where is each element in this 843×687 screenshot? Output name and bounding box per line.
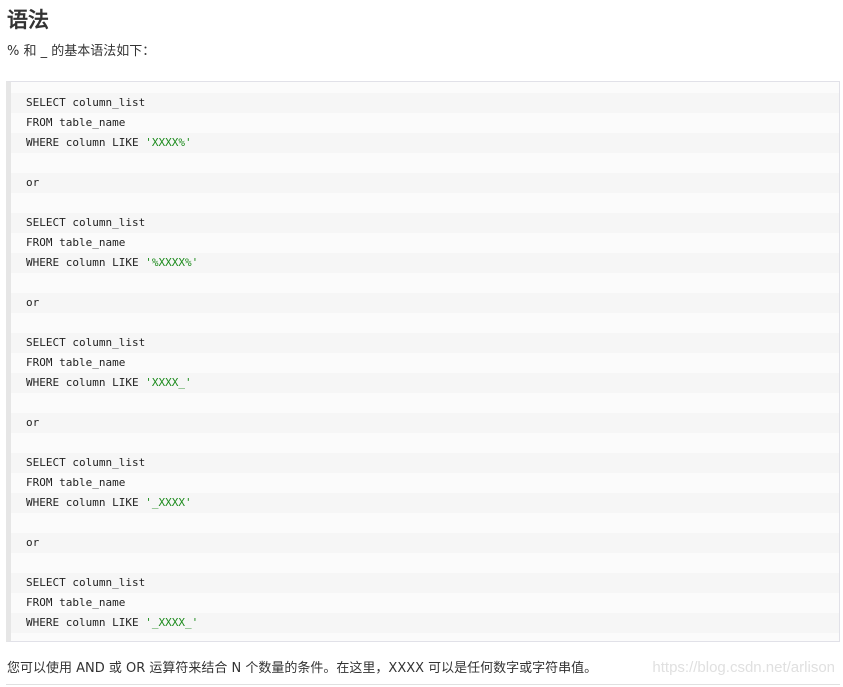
code-text: or xyxy=(26,176,40,189)
code-text: WHERE column LIKE xyxy=(26,496,146,509)
string-literal: 'XXXX%' xyxy=(145,136,192,149)
code-line: SELECT column_list xyxy=(11,213,839,233)
code-text: FROM table_name xyxy=(26,596,126,609)
code-line: WHERE column LIKE '_XXXX_' xyxy=(11,613,839,633)
code-line: WHERE column LIKE 'XXXX%' xyxy=(11,133,839,153)
code-line: FROM table_name xyxy=(11,593,839,613)
string-literal: 'XXXX_' xyxy=(145,376,192,389)
code-line xyxy=(11,393,839,413)
code-line: FROM table_name xyxy=(11,353,839,373)
code-text: SELECT column_list xyxy=(26,96,146,109)
code-line: WHERE column LIKE 'XXXX_' xyxy=(11,373,839,393)
code-line: SELECT column_list xyxy=(11,333,839,353)
intro-text: % 和 _ 的基本语法如下： xyxy=(7,44,156,59)
code-text: or xyxy=(26,296,40,309)
code-text: or xyxy=(26,536,40,549)
code-text: SELECT column_list xyxy=(26,216,146,229)
section-heading: 语法 xyxy=(7,8,49,32)
code-line: FROM table_name xyxy=(11,473,839,493)
code-line: FROM table_name xyxy=(11,233,839,253)
code-line xyxy=(11,513,839,533)
code-text: or xyxy=(26,416,40,429)
code-text: WHERE column LIKE xyxy=(26,136,146,149)
code-line: SELECT column_list xyxy=(11,93,839,113)
code-line: WHERE column LIKE '_XXXX' xyxy=(11,493,839,513)
code-line xyxy=(11,553,839,573)
code-text: FROM table_name xyxy=(26,476,126,489)
code-lines: SELECT column_list FROM table_name WHERE c… xyxy=(11,93,839,633)
code-line xyxy=(11,313,839,333)
string-literal: '_XXXX' xyxy=(145,496,192,509)
code-text: WHERE column LIKE xyxy=(26,376,146,389)
string-literal: '%XXXX%' xyxy=(145,256,199,269)
code-line xyxy=(11,273,839,293)
code-block: SELECT column_list FROM table_name WHERE c… xyxy=(6,81,840,642)
string-literal: '_XXXX_' xyxy=(145,616,199,629)
watermark-url: https://blog.csdn.net/arlison xyxy=(652,659,835,676)
explanation-text: 您可以使用 AND 或 OR 运算符来结合 N 个数量的条件。在这里，XXXX … xyxy=(7,661,598,676)
bottom-divider xyxy=(6,684,840,685)
code-line xyxy=(11,153,839,173)
code-line: or xyxy=(11,173,839,193)
code-text: SELECT column_list xyxy=(26,576,146,589)
code-line: SELECT column_list xyxy=(11,453,839,473)
code-text: SELECT column_list xyxy=(26,456,146,469)
code-line: or xyxy=(11,413,839,433)
code-line: SELECT column_list xyxy=(11,573,839,593)
code-text: WHERE column LIKE xyxy=(26,256,146,269)
code-text: FROM table_name xyxy=(26,116,126,129)
code-text: SELECT column_list xyxy=(26,336,146,349)
code-text: FROM table_name xyxy=(26,236,126,249)
code-line: WHERE column LIKE '%XXXX%' xyxy=(11,253,839,273)
code-text: FROM table_name xyxy=(26,356,126,369)
code-line: or xyxy=(11,533,839,553)
code-line: FROM table_name xyxy=(11,113,839,133)
code-line: or xyxy=(11,293,839,313)
code-line xyxy=(11,193,839,213)
code-text: WHERE column LIKE xyxy=(26,616,146,629)
code-line xyxy=(11,433,839,453)
